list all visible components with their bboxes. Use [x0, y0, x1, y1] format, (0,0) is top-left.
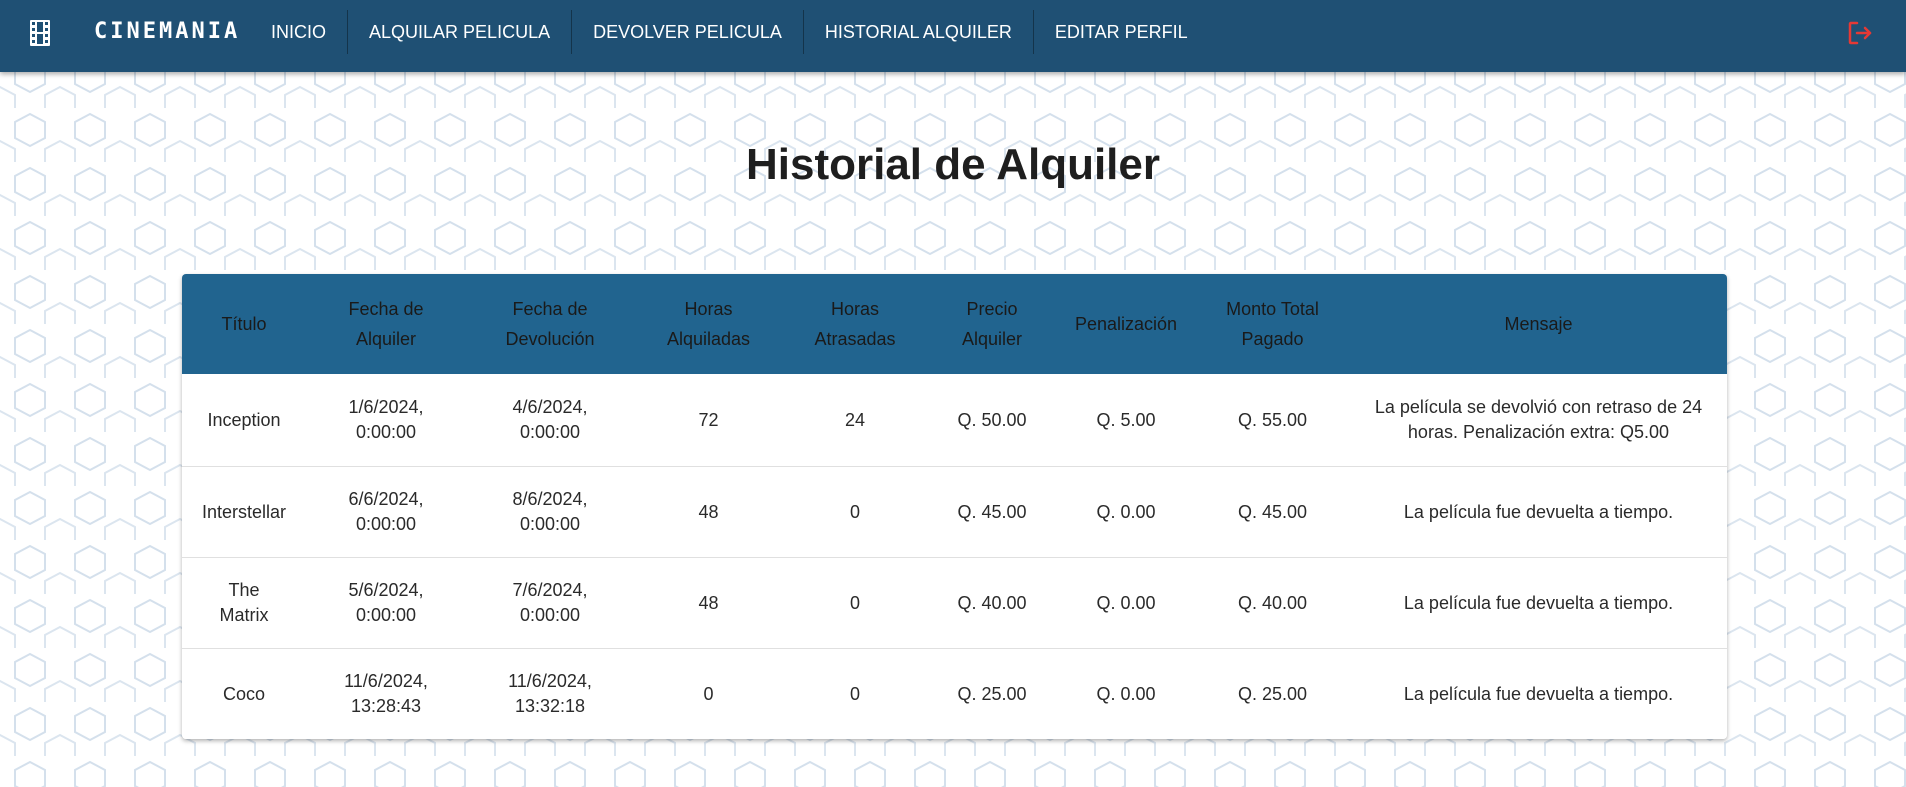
- cell-penalizacion: Q. 0.00: [1057, 648, 1195, 739]
- brand-name[interactable]: CINEMANIA: [94, 19, 240, 44]
- cell-horas-atrasadas: 0: [783, 648, 927, 739]
- cell-mensaje: La película fue devuelta a tiempo.: [1350, 557, 1727, 649]
- column-header-penalizacion[interactable]: Penalización: [1057, 274, 1195, 374]
- cell-horas-alquiladas: 72: [634, 374, 783, 467]
- cell-fecha-alquiler: 5/6/2024, 0:00:00: [306, 557, 466, 649]
- cell-horas-atrasadas: 0: [783, 466, 927, 558]
- column-header-precio-alquiler[interactable]: Precio Alquiler: [927, 274, 1057, 374]
- cell-horas-alquiladas: 48: [634, 466, 783, 558]
- cell-horas-atrasadas: 0: [783, 557, 927, 649]
- rental-history-table-card: Título Fecha de Alquiler Fecha de Devoluci…: [182, 274, 1727, 739]
- cell-mensaje: La película fue devuelta a tiempo.: [1350, 648, 1727, 739]
- cell-fecha-alquiler: 6/6/2024, 0:00:00: [306, 466, 466, 558]
- nav-item-inicio[interactable]: INICIO: [250, 10, 347, 54]
- table-header-row: Título Fecha de Alquiler Fecha de Devoluci…: [182, 274, 1727, 374]
- rental-history-table: Título Fecha de Alquiler Fecha de Devoluci…: [182, 274, 1727, 739]
- column-header-mensaje[interactable]: Mensaje: [1350, 274, 1727, 374]
- nav-item-historial-alquiler[interactable]: HISTORIAL ALQUILER: [802, 10, 1033, 54]
- table-row[interactable]: Inception 1/6/2024, 0:00:00 4/6/2024, 0:00…: [182, 374, 1727, 467]
- column-header-titulo[interactable]: Título: [182, 274, 306, 374]
- column-header-fecha-alquiler[interactable]: Fecha de Alquiler: [306, 274, 466, 374]
- cell-monto-total: Q. 25.00: [1195, 648, 1350, 739]
- cell-fecha-alquiler: 1/6/2024, 0:00:00: [306, 374, 466, 467]
- cell-horas-atrasadas: 24: [783, 374, 927, 467]
- cell-titulo: Inception: [182, 374, 306, 467]
- page-title: Historial de Alquiler: [745, 140, 1160, 189]
- column-header-horas-alquiladas[interactable]: Horas Alquiladas: [634, 274, 783, 374]
- cell-fecha-devolucion: 7/6/2024, 0:00:00: [466, 557, 634, 649]
- nav-menu: INICIO ALQUILAR PELICULA DEVOLVER PELICU…: [250, 10, 1209, 54]
- cell-monto-total: Q. 55.00: [1195, 374, 1350, 467]
- cell-monto-total: Q. 40.00: [1195, 557, 1350, 649]
- cell-precio-alquiler: Q. 45.00: [927, 466, 1057, 558]
- nav-item-editar-perfil[interactable]: EDITAR PERFIL: [1032, 10, 1209, 54]
- nav-item-alquilar-pelicula[interactable]: ALQUILAR PELICULA: [347, 10, 571, 54]
- cell-precio-alquiler: Q. 40.00: [927, 557, 1057, 649]
- cell-monto-total: Q. 45.00: [1195, 466, 1350, 558]
- column-header-monto-total[interactable]: Monto Total Pagado: [1195, 274, 1350, 374]
- cell-mensaje: La película se devolvió con retraso de 2…: [1350, 374, 1727, 467]
- cell-fecha-devolucion: 8/6/2024, 0:00:00: [466, 466, 634, 558]
- cell-penalizacion: Q. 0.00: [1057, 466, 1195, 558]
- cell-titulo: The Matrix: [182, 557, 306, 649]
- cell-precio-alquiler: Q. 50.00: [927, 374, 1057, 467]
- column-header-horas-atrasadas[interactable]: Horas Atrasadas: [783, 274, 927, 374]
- cell-horas-alquiladas: 0: [634, 648, 783, 739]
- cell-titulo: Interstellar: [182, 466, 306, 558]
- cell-mensaje: La película fue devuelta a tiempo.: [1350, 466, 1727, 558]
- cell-penalizacion: Q. 0.00: [1057, 557, 1195, 649]
- cell-fecha-alquiler: 11/6/2024, 13:28:43: [306, 648, 466, 739]
- nav-item-devolver-pelicula[interactable]: DEVOLVER PELICULA: [571, 10, 803, 54]
- logout-icon[interactable]: [1846, 19, 1874, 47]
- film-icon[interactable]: [30, 20, 50, 46]
- table-row[interactable]: The Matrix 5/6/2024, 0:00:00 7/6/2024, 0:0…: [182, 557, 1727, 649]
- cell-titulo: Coco: [182, 648, 306, 739]
- table-row[interactable]: Interstellar 6/6/2024, 0:00:00 8/6/2024, 0…: [182, 466, 1727, 558]
- top-navbar: CINEMANIA INICIO ALQUILAR PELICULA DEVOL…: [0, 0, 1906, 72]
- cell-precio-alquiler: Q. 25.00: [927, 648, 1057, 739]
- cell-fecha-devolucion: 4/6/2024, 0:00:00: [466, 374, 634, 467]
- cell-penalizacion: Q. 5.00: [1057, 374, 1195, 467]
- cell-horas-alquiladas: 48: [634, 557, 783, 649]
- table-row[interactable]: Coco 11/6/2024, 13:28:43 11/6/2024, 13:32:…: [182, 648, 1727, 739]
- column-header-fecha-devolucion[interactable]: Fecha de Devolución: [466, 274, 634, 374]
- cell-fecha-devolucion: 11/6/2024, 13:32:18: [466, 648, 634, 739]
